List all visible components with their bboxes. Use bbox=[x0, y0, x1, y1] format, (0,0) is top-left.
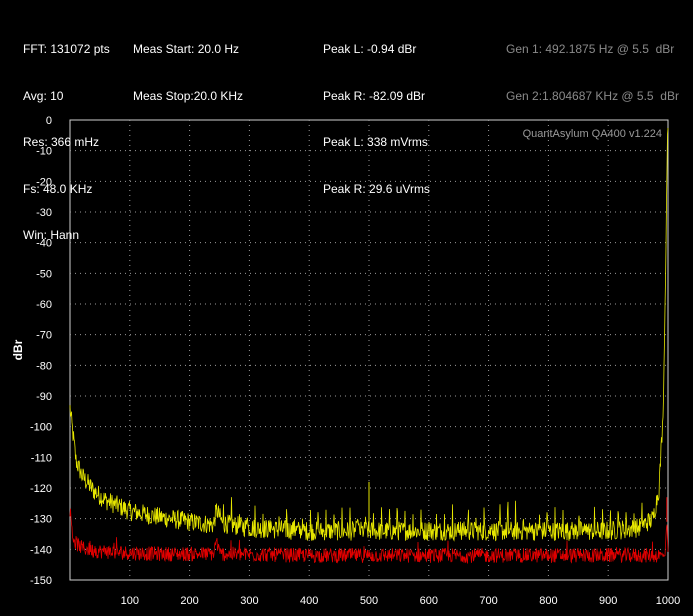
info-fs: Fs: 48.0 KHz bbox=[23, 181, 93, 196]
info-gen1: Gen 1: 492.1875 Hz @ 5.5 dBr bbox=[506, 42, 675, 56]
info-win: Win: Hann bbox=[23, 228, 80, 242]
info-avg: Avg: 10 bbox=[23, 88, 64, 103]
y-tick-label: -100 bbox=[30, 422, 52, 434]
x-tick-label: 500 bbox=[360, 595, 378, 607]
info-fft-pts: FFT: 131072 pts bbox=[23, 42, 110, 56]
info-meas-column: Meas Start: 20.0 Hz Meas Stop:20.0 KHz bbox=[133, 11, 243, 120]
x-tick-label: 1000 bbox=[656, 595, 680, 607]
y-tick-label: -50 bbox=[36, 268, 52, 280]
info-meas-stop: Meas Stop:20.0 KHz bbox=[133, 88, 244, 103]
info-res: Res: 366 mHz bbox=[23, 135, 100, 149]
info-peak-column: Peak L: -0.94 dBr Peak R: -82.09 dBr Pea… bbox=[323, 11, 430, 213]
info-gen-column: Gen 1: 492.1875 Hz @ 5.5 dBr Gen 2:1.804… bbox=[506, 11, 679, 120]
y-tick-label: -140 bbox=[30, 544, 52, 556]
x-axis-ticks: 100 200 300 400 500 600 700 800 900 1000 bbox=[121, 595, 681, 607]
x-tick-label: 200 bbox=[180, 595, 198, 607]
x-tick-label: 600 bbox=[420, 595, 438, 607]
x-tick-label: 800 bbox=[539, 595, 557, 607]
y-tick-label: -80 bbox=[36, 360, 52, 372]
info-meas-start: Meas Start: 20.0 Hz bbox=[133, 42, 240, 56]
info-peak-l-vrms: Peak L: 338 mVrms bbox=[323, 135, 428, 149]
x-tick-label: 300 bbox=[240, 595, 258, 607]
info-gen2: Gen 2:1.804687 KHz @ 5.5 dBr bbox=[506, 88, 679, 103]
x-tick-label: 100 bbox=[121, 595, 139, 607]
y-tick-label: -90 bbox=[36, 391, 52, 403]
y-axis-label: dBr bbox=[11, 339, 25, 360]
x-tick-label: 700 bbox=[479, 595, 497, 607]
y-tick-label: -60 bbox=[36, 299, 52, 311]
y-tick-label: -150 bbox=[30, 575, 52, 587]
y-tick-label: -130 bbox=[30, 514, 52, 526]
y-tick-label: -70 bbox=[36, 330, 52, 342]
y-tick-label: -110 bbox=[31, 452, 52, 464]
watermark: QuantAsylum QA400 v1.224 bbox=[523, 128, 662, 140]
y-tick-label: -120 bbox=[30, 483, 52, 495]
info-peak-r-dbr: Peak R: -82.09 dBr bbox=[323, 88, 426, 103]
info-peak-r-vrms: Peak R: 29.6 uVrms bbox=[323, 181, 430, 196]
info-fft-column: FFT: 131072 pts Avg: 10 Res: 366 mHz Fs:… bbox=[23, 11, 110, 259]
x-tick-label: 400 bbox=[300, 595, 318, 607]
x-tick-label: 900 bbox=[599, 595, 617, 607]
info-peak-l-dbr: Peak L: -0.94 dBr bbox=[323, 42, 417, 56]
